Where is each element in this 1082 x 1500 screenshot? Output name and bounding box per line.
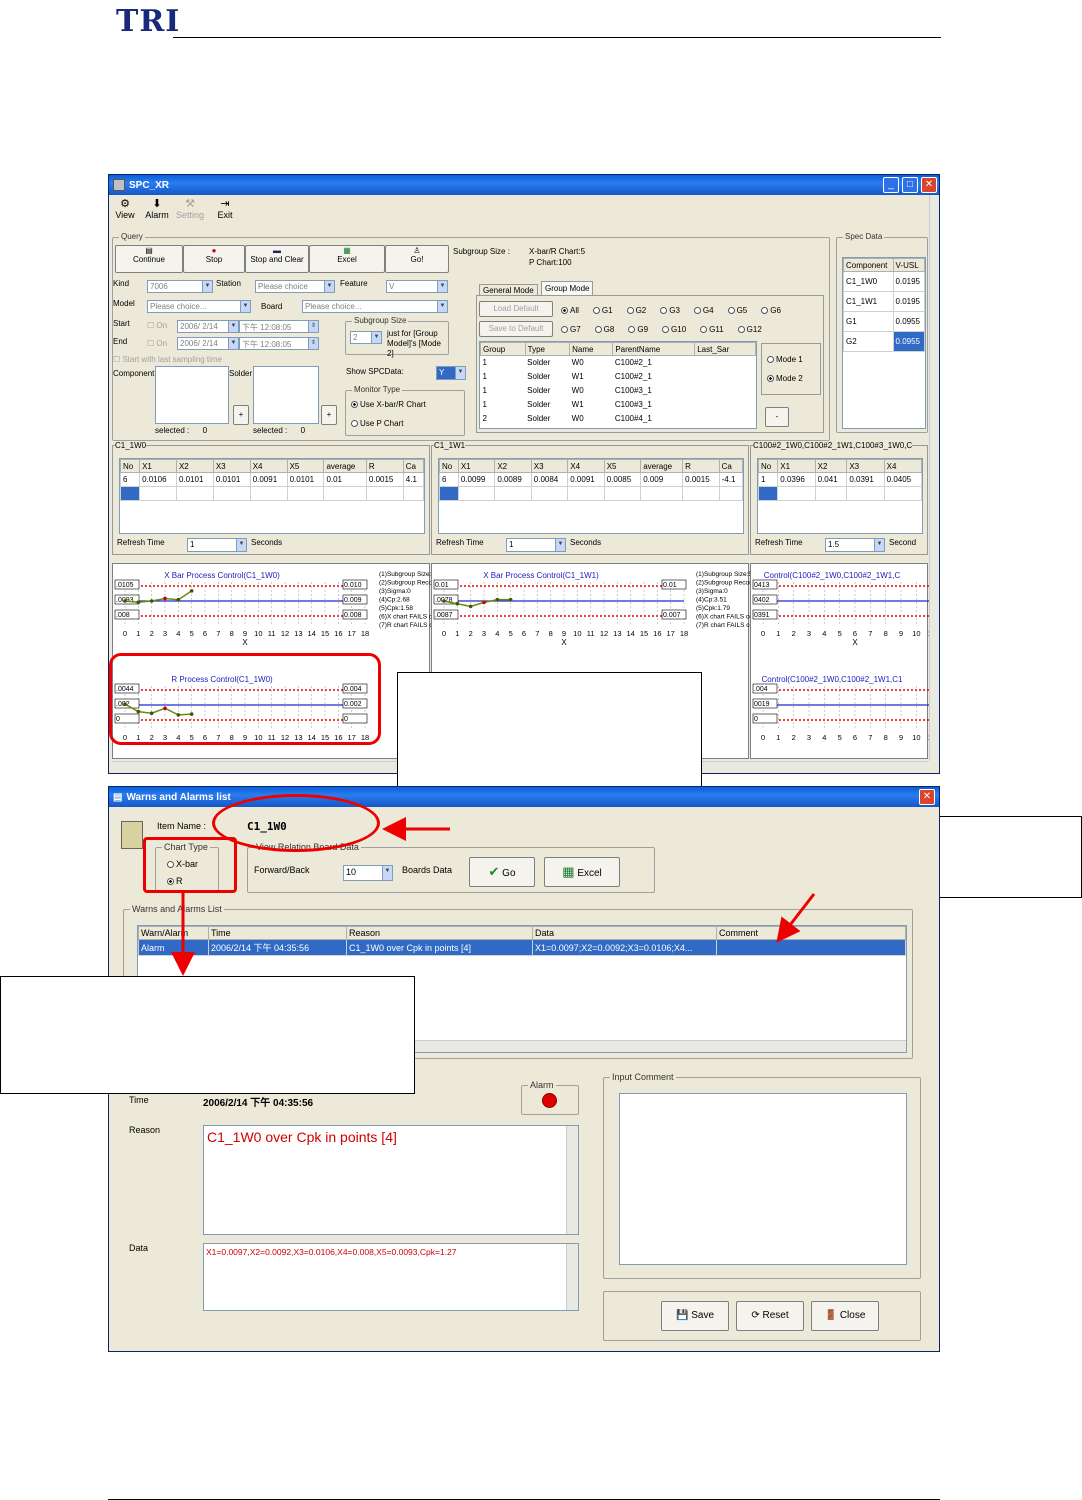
annotation-arrows <box>171 817 816 976</box>
